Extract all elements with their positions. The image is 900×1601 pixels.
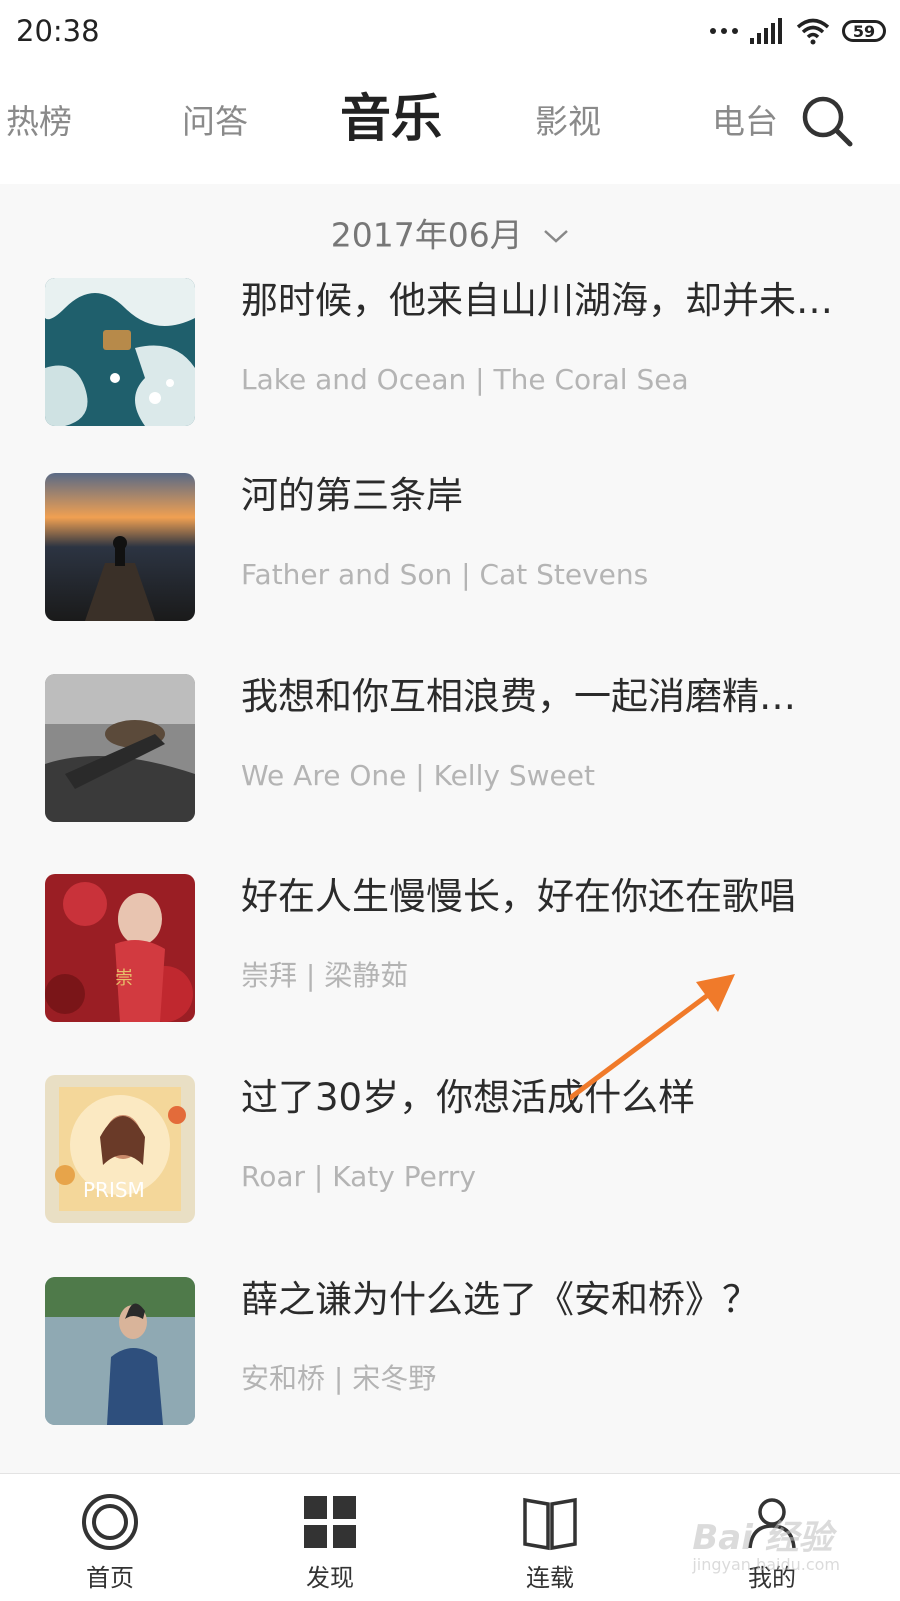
- tab-movies[interactable]: 影视: [535, 102, 601, 142]
- item-title: 薛之谦为什么选了《安和桥》？: [241, 1278, 759, 1321]
- item-title: 好在人生慢慢长，好在你还在歌唱: [241, 875, 796, 918]
- watermark: Bai 经验 jingyan.baidu.com: [692, 1510, 840, 1574]
- watermark-text: Bai 经验: [692, 1518, 833, 1558]
- item-title: 那时候，他来自山川湖海，却并未…: [241, 279, 833, 322]
- nav-serial[interactable]: 连载: [490, 1492, 610, 1593]
- tab-hot[interactable]: 热榜: [6, 102, 72, 142]
- nav-discover-label: 发现: [306, 1564, 354, 1592]
- album-cover: 崇: [45, 874, 195, 1022]
- wifi-icon: [796, 18, 830, 45]
- chevron-down-icon: [544, 229, 569, 243]
- album-cover: [45, 278, 195, 426]
- tab-radio[interactable]: 电台: [712, 102, 778, 142]
- top-tab-bar: 热榜 问答 音乐 影视 电台: [0, 62, 900, 184]
- list-item[interactable]: 薛之谦为什么选了《安和桥》？ 安和桥 | 宋冬野: [45, 1277, 865, 1427]
- nav-discover[interactable]: 发现: [270, 1492, 390, 1593]
- list-item[interactable]: 我想和你互相浪费，一起消磨精… We Are One | Kelly Sweet: [45, 674, 865, 824]
- item-subtitle: Roar | Katy Perry: [241, 1160, 476, 1193]
- grid-icon: [304, 1496, 356, 1548]
- battery-indicator: 59: [842, 20, 886, 42]
- item-title: 我想和你互相浪费，一起消磨精…: [241, 675, 796, 718]
- book-icon: [523, 1497, 577, 1551]
- watermark-sub: jingyan.baidu.com: [692, 1555, 840, 1574]
- date-filter-label: 2017年06月: [330, 215, 523, 255]
- item-subtitle: 安和桥 | 宋冬野: [241, 1362, 437, 1395]
- item-subtitle: 崇拜 | 梁静茹: [241, 959, 409, 992]
- album-cover: [45, 674, 195, 822]
- item-title: 河的第三条岸: [241, 474, 463, 517]
- status-time: 20:38: [16, 14, 100, 48]
- album-cover: PRISM: [45, 1075, 195, 1223]
- annotation-arrow-icon: [570, 974, 735, 1100]
- item-subtitle: We Are One | Kelly Sweet: [241, 759, 595, 792]
- status-bar: 20:38 59: [0, 0, 900, 62]
- album-cover: [45, 1277, 195, 1425]
- svg-text:崇: 崇: [115, 968, 133, 989]
- item-subtitle: Father and Son | Cat Stevens: [241, 558, 649, 591]
- album-cover: [45, 473, 195, 621]
- home-ring-icon: [82, 1494, 138, 1550]
- tab-qa[interactable]: 问答: [182, 102, 248, 142]
- tab-music[interactable]: 音乐: [340, 90, 442, 150]
- nav-home[interactable]: 首页: [50, 1492, 170, 1593]
- search-icon[interactable]: [800, 94, 854, 148]
- list-item[interactable]: 河的第三条岸 Father and Son | Cat Stevens: [45, 473, 865, 623]
- date-filter[interactable]: 2017年06月: [0, 214, 900, 256]
- signal-icon: [750, 18, 782, 44]
- nav-serial-label: 连载: [526, 1564, 574, 1592]
- item-subtitle: Lake and Ocean | The Coral Sea: [241, 363, 689, 396]
- nav-home-label: 首页: [86, 1564, 134, 1592]
- music-list: 2017年06月 那时候，他来自山川湖海，却并未… Lake and Ocean…: [0, 184, 900, 1473]
- more-dots-icon: [710, 28, 738, 34]
- list-item[interactable]: 那时候，他来自山川湖海，却并未… Lake and Ocean | The Co…: [45, 278, 865, 428]
- svg-text:PRISM: PRISM: [83, 1178, 145, 1202]
